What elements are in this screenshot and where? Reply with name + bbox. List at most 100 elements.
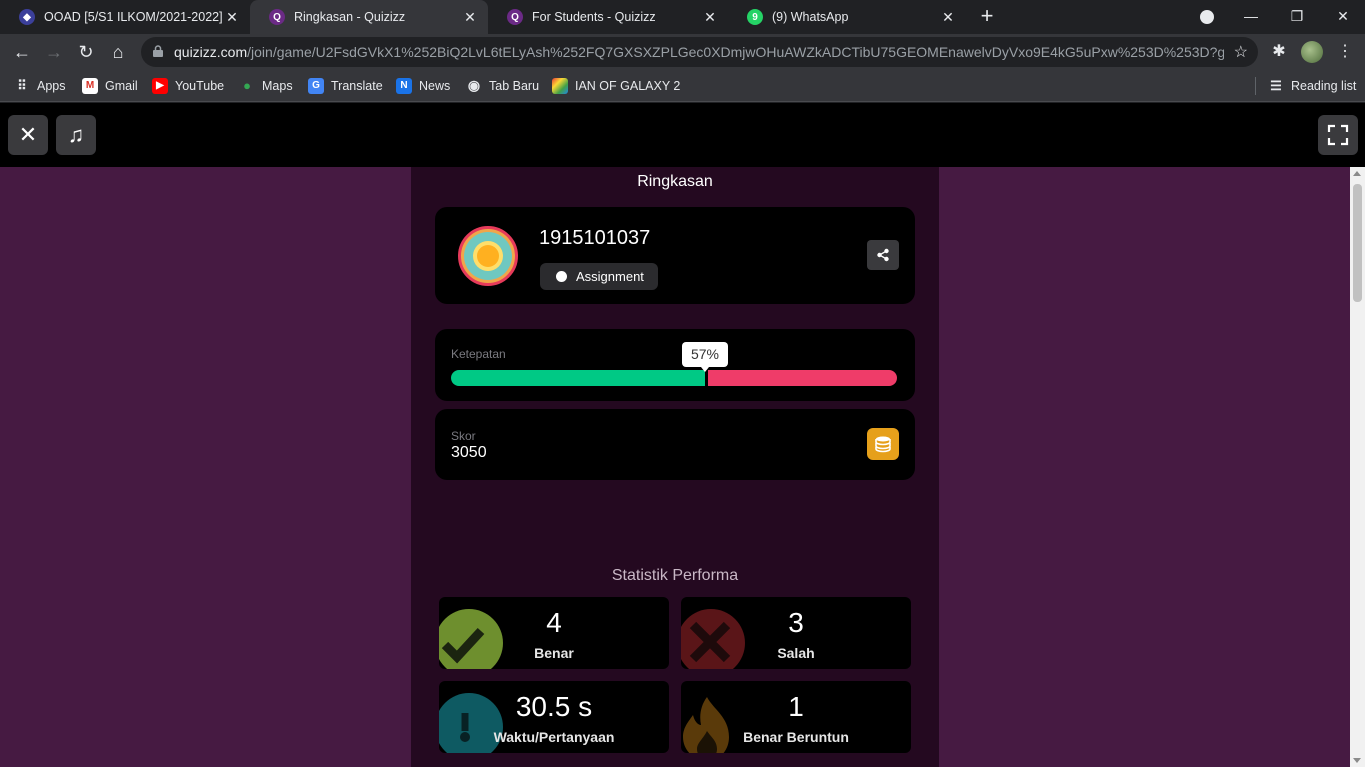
bookmark-ian-of-galaxy[interactable]: IAN OF GALAXY 2 bbox=[552, 70, 680, 101]
news-icon: N bbox=[396, 77, 412, 94]
url-text: quizizz.com/join/game/U2FsdGVkX1%252BiQ2… bbox=[174, 44, 1224, 60]
globe-icon: ◉ bbox=[467, 77, 481, 93]
tab-whatsapp[interactable]: 9 (9) WhatsApp ✕ bbox=[728, 0, 966, 34]
tab-title: OOAD [5/S1 ILKOM/2021-2022]: bbox=[44, 10, 222, 24]
quizizz-icon: Q bbox=[507, 9, 523, 25]
score-label: Skor bbox=[451, 429, 476, 443]
bookmark-label: Maps bbox=[262, 78, 293, 93]
summary-title: Ringkasan bbox=[637, 173, 713, 190]
minimize-button[interactable]: — bbox=[1228, 0, 1274, 34]
mode-badge: Assignment bbox=[540, 263, 658, 290]
quiz-summary-page: ✕ ♫ Ringkasan 1915101037 Assignment Kete… bbox=[0, 103, 1365, 767]
reading-list-button[interactable]: ☰ Reading list bbox=[1268, 70, 1356, 101]
browser-tab-strip: ◆ OOAD [5/S1 ILKOM/2021-2022]: ✕ Q Ringk… bbox=[0, 0, 1365, 34]
tab-title: (9) WhatsApp bbox=[772, 10, 849, 24]
fullscreen-button[interactable] bbox=[1318, 115, 1358, 155]
bookmark-label: YouTube bbox=[175, 78, 225, 93]
close-icon[interactable]: ✕ bbox=[460, 9, 480, 26]
stat-time-per-question: 30.5 s Waktu/Pertanyaan bbox=[439, 681, 669, 753]
stat-value: 30.5 s bbox=[515, 691, 593, 722]
bookmark-label: IAN OF GALAXY 2 bbox=[575, 78, 681, 93]
reading-list-icon: ☰ bbox=[1270, 77, 1282, 93]
page-scrollbar[interactable] bbox=[1350, 167, 1365, 767]
scroll-up-arrow-icon[interactable] bbox=[1353, 171, 1361, 176]
apps-grid-icon: ⠿ bbox=[17, 77, 27, 93]
tab-ooad[interactable]: ◆ OOAD [5/S1 ILKOM/2021-2022]: ✕ bbox=[0, 0, 250, 34]
bookmark-apps[interactable]: ⠿ Apps bbox=[14, 70, 65, 101]
forward-button[interactable]: → bbox=[42, 40, 66, 64]
close-game-button[interactable]: ✕ bbox=[8, 115, 48, 155]
bookmark-label: News bbox=[419, 78, 451, 93]
tab-title: For Students - Quizizz bbox=[532, 10, 656, 24]
lightbulb-icon bbox=[477, 245, 499, 267]
tab-search-button[interactable] bbox=[1184, 0, 1230, 34]
bookmark-label: Tab Baru bbox=[489, 78, 540, 93]
bookmark-maps[interactable]: ● Maps bbox=[239, 70, 293, 101]
accuracy-incorrect-bar bbox=[708, 370, 897, 386]
new-tab-button[interactable]: + bbox=[975, 5, 999, 28]
reload-button[interactable]: ↻ bbox=[74, 40, 98, 64]
stat-incorrect: 3 Salah bbox=[681, 597, 911, 669]
scroll-down-arrow-icon[interactable] bbox=[1353, 758, 1361, 763]
close-icon[interactable]: ✕ bbox=[700, 9, 720, 26]
share-icon bbox=[877, 248, 889, 262]
maps-pin-icon: ● bbox=[243, 78, 251, 93]
back-button[interactable]: ← bbox=[10, 40, 34, 64]
translate-icon: G bbox=[308, 77, 324, 94]
share-button[interactable] bbox=[867, 240, 899, 270]
restore-button[interactable]: ❐ bbox=[1274, 0, 1320, 34]
reading-list-label: Reading list bbox=[1291, 78, 1357, 93]
bookmark-youtube[interactable]: ▶ YouTube bbox=[152, 70, 224, 101]
stat-label: Waktu/Pertanyaan bbox=[493, 729, 615, 745]
close-icon[interactable]: ✕ bbox=[938, 9, 958, 26]
accuracy-correct-bar bbox=[451, 370, 705, 386]
mode-label: Assignment bbox=[576, 269, 644, 284]
clock-icon bbox=[556, 271, 567, 282]
performance-title: Statistik Performa bbox=[611, 567, 739, 584]
chevron-down-icon bbox=[1200, 10, 1214, 24]
tab-for-students[interactable]: Q For Students - Quizizz ✕ bbox=[488, 0, 728, 34]
home-button[interactable]: ⌂ bbox=[106, 40, 130, 64]
stat-label: Salah bbox=[777, 645, 815, 661]
youtube-icon: ▶ bbox=[152, 77, 168, 94]
stat-correct: 4 Benar bbox=[439, 597, 669, 669]
coins-icon bbox=[867, 428, 899, 460]
music-button[interactable]: ♫ bbox=[56, 115, 96, 155]
extensions-icon[interactable]: ✱ bbox=[1267, 40, 1291, 64]
bookmarks-bar: ⠿ Apps M Gmail ▶ YouTube ● Maps G Transl… bbox=[0, 70, 1365, 102]
accuracy-percent: 57% bbox=[682, 342, 728, 372]
stat-value: 4 bbox=[546, 607, 562, 638]
bookmark-gmail[interactable]: M Gmail bbox=[82, 70, 138, 101]
browser-toolbar: ← → ↻ ⌂ quizizz.com/join/game/U2FsdGVkX1… bbox=[0, 34, 1365, 70]
close-icon[interactable]: ✕ bbox=[222, 9, 242, 26]
summary-column: Ringkasan 1915101037 Assignment Ketepata… bbox=[411, 167, 939, 767]
gmail-icon: M bbox=[82, 77, 98, 94]
galaxy-icon bbox=[552, 77, 568, 94]
bookmark-star-icon[interactable]: ☆ bbox=[1234, 42, 1248, 62]
bookmark-label: Gmail bbox=[105, 78, 138, 93]
player-card: 1915101037 Assignment bbox=[435, 207, 915, 304]
accuracy-card: Ketepatan 57% bbox=[435, 329, 915, 401]
bookmark-news[interactable]: N News bbox=[396, 70, 450, 101]
scrollbar-thumb[interactable] bbox=[1353, 184, 1362, 302]
profile-avatar[interactable] bbox=[1301, 41, 1323, 63]
player-name: 1915101037 bbox=[539, 227, 651, 249]
stat-label: Benar Beruntun bbox=[743, 729, 849, 745]
score-value: 3050 bbox=[451, 444, 487, 461]
bookmark-translate[interactable]: G Translate bbox=[308, 70, 383, 101]
stat-streak: 1 Benar Beruntun bbox=[681, 681, 911, 753]
address-bar[interactable]: quizizz.com/join/game/U2FsdGVkX1%252BiQ2… bbox=[141, 37, 1258, 67]
stat-value: 3 bbox=[788, 607, 804, 638]
close-window-button[interactable]: ✕ bbox=[1320, 0, 1365, 34]
score-card: Skor 3050 bbox=[435, 409, 915, 480]
close-icon: ✕ bbox=[18, 122, 38, 147]
bookmark-label: Translate bbox=[331, 78, 383, 93]
whatsapp-icon: 9 bbox=[747, 9, 763, 25]
music-note-icon: ♫ bbox=[67, 122, 85, 147]
avatar bbox=[458, 226, 518, 286]
bookmark-tab-baru[interactable]: ◉ Tab Baru bbox=[466, 70, 539, 101]
stat-value: 1 bbox=[788, 691, 804, 722]
menu-icon[interactable]: ⋮ bbox=[1333, 40, 1357, 64]
campus-crest-icon: ◆ bbox=[19, 9, 35, 25]
tab-ringkasan[interactable]: Q Ringkasan - Quizizz ✕ bbox=[250, 0, 488, 34]
